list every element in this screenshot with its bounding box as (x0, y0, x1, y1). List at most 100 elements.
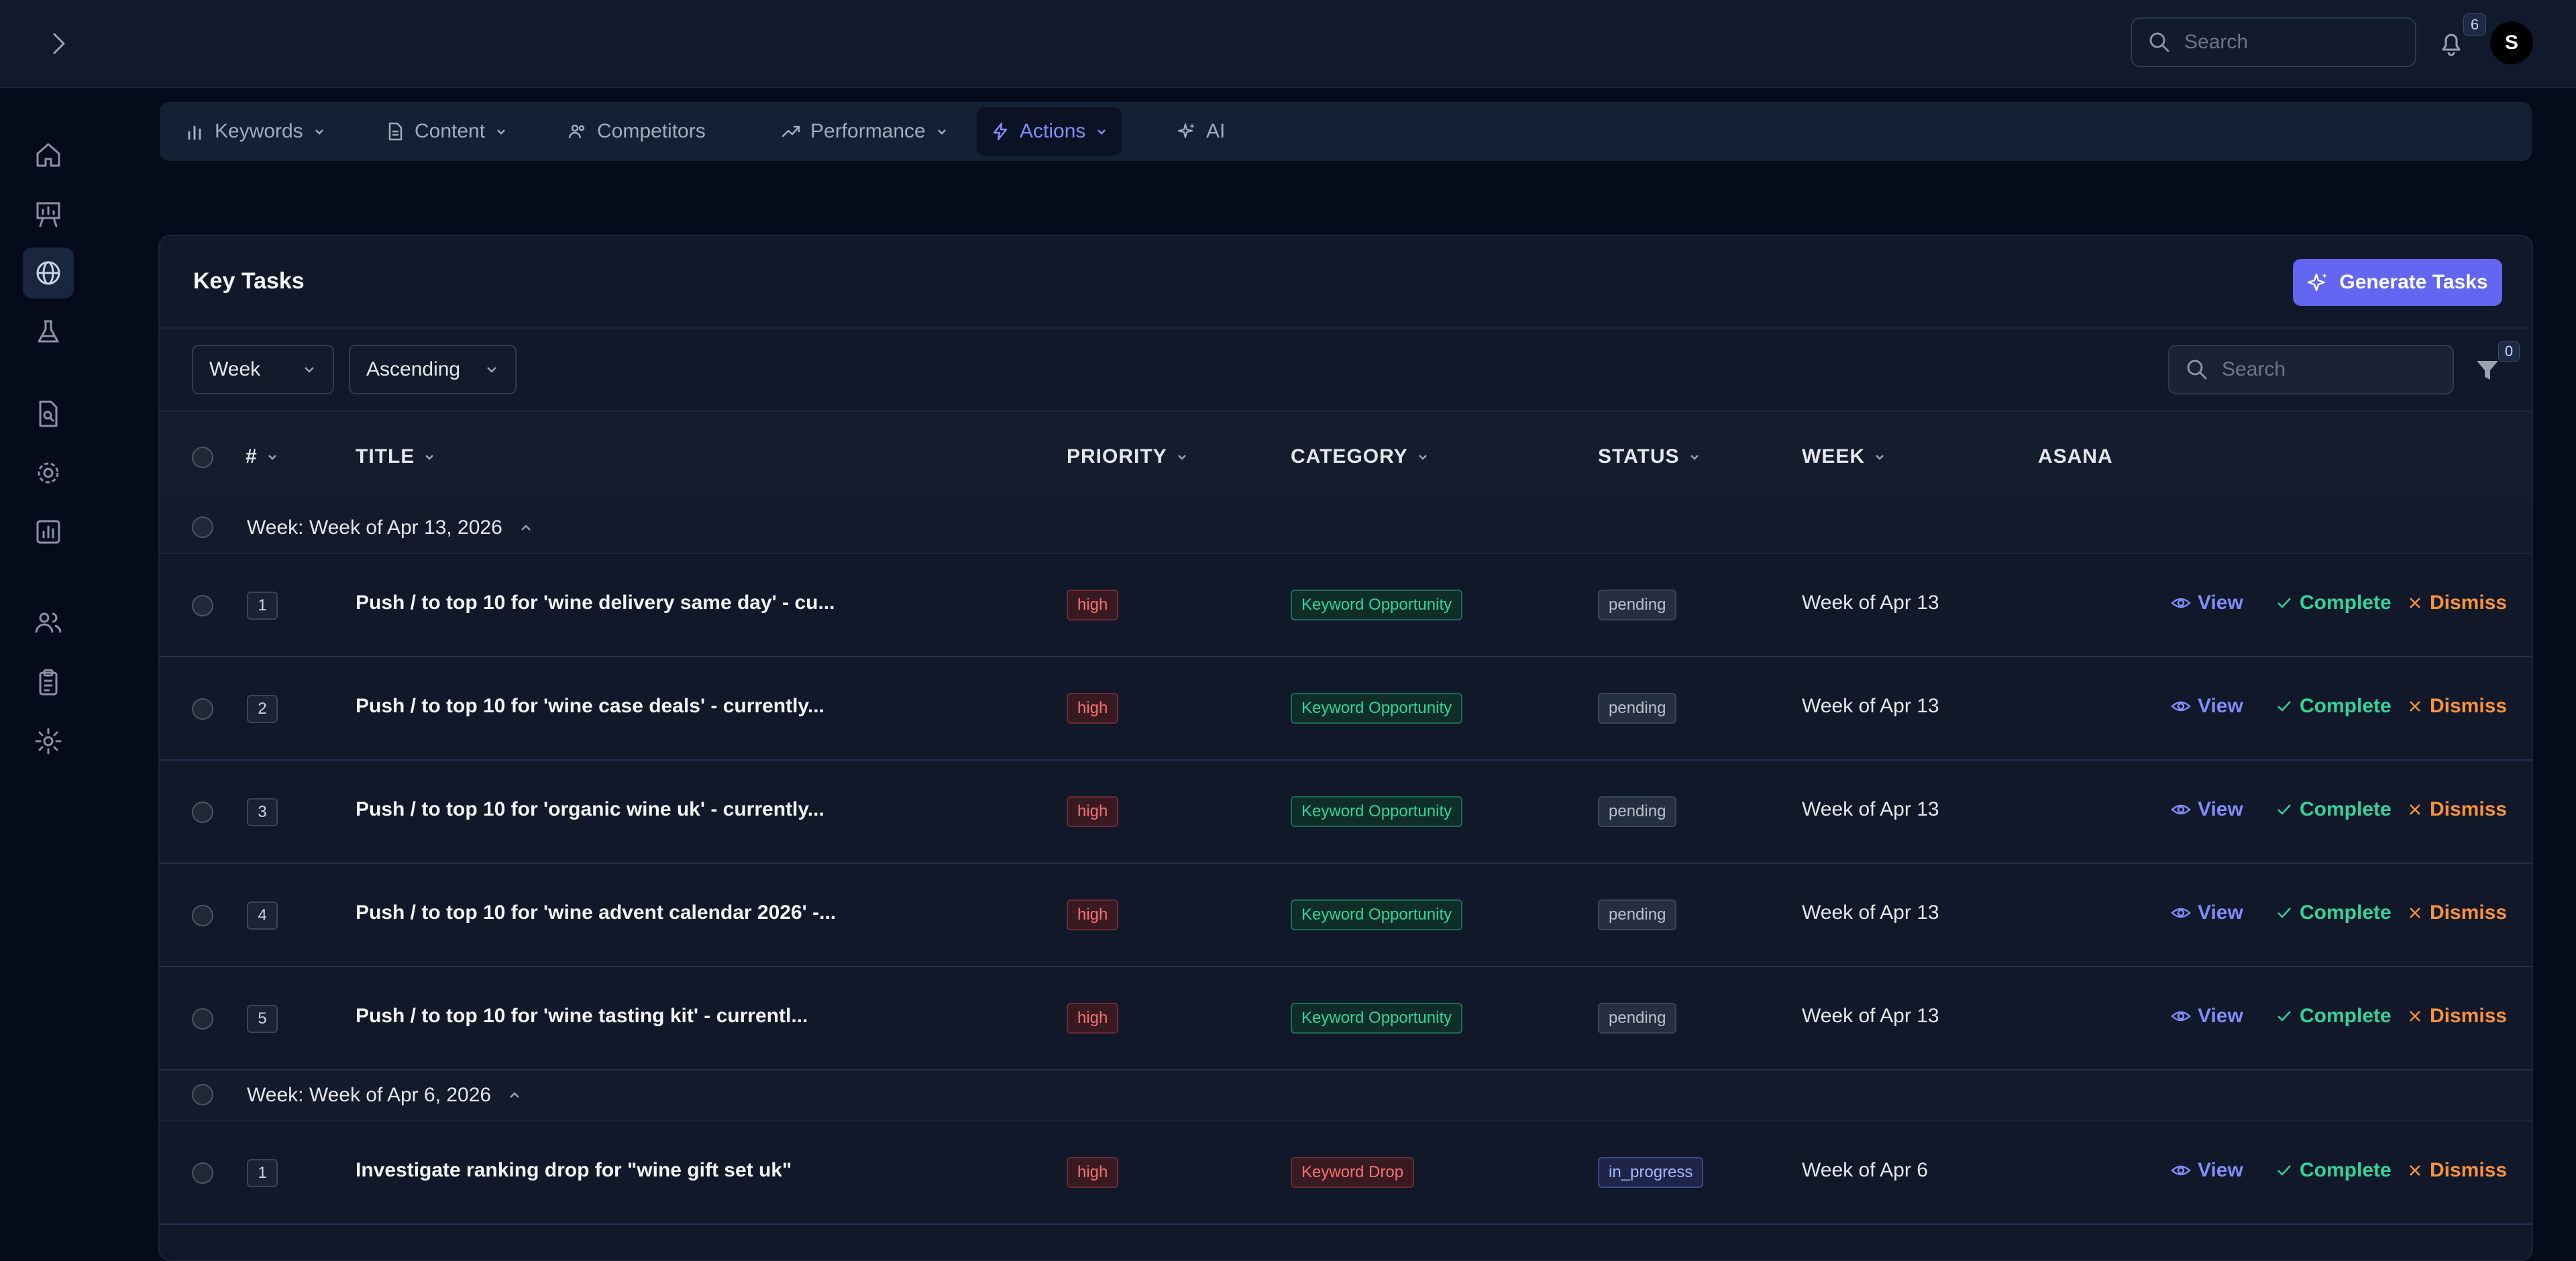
column-header-status[interactable]: STATUS (1598, 445, 1701, 468)
check-icon (2277, 1011, 2291, 1022)
group-select-radio[interactable] (192, 516, 213, 538)
column-header-priority[interactable]: PRIORITY (1067, 445, 1189, 468)
select-all-radio[interactable] (192, 447, 213, 468)
task-title[interactable]: Push / to top 10 for 'wine advent calend… (356, 901, 836, 924)
row-select-radio[interactable] (192, 595, 213, 616)
table-row: 1 Push / to top 10 for 'wine delivery sa… (160, 554, 2532, 657)
tab-keywords[interactable]: Keywords (172, 107, 339, 156)
complete-button[interactable]: Complete (2275, 695, 2392, 718)
sidebar-reports[interactable] (23, 506, 74, 557)
complete-button[interactable]: Complete (2275, 901, 2392, 924)
complete-button[interactable]: Complete (2275, 1159, 2392, 1182)
complete-label: Complete (2300, 1005, 2392, 1027)
column-label: TITLE (356, 445, 415, 468)
dismiss-button[interactable]: Dismiss (2407, 695, 2507, 718)
chevron-down-icon (1097, 129, 1106, 135)
row-select-radio[interactable] (192, 905, 213, 926)
check-icon (2277, 804, 2291, 815)
sidebar-clipboard[interactable] (23, 657, 74, 708)
home-icon (36, 143, 60, 167)
row-number: 1 (247, 1159, 278, 1187)
view-label: View (2198, 592, 2243, 614)
row-select-radio[interactable] (192, 698, 213, 720)
user-avatar[interactable]: S (2490, 21, 2533, 64)
divider (160, 327, 2532, 329)
dismiss-label: Dismiss (2430, 798, 2508, 820)
dismiss-label: Dismiss (2430, 695, 2508, 717)
sidebar-settings[interactable] (23, 447, 74, 498)
flask-icon (38, 320, 59, 343)
view-button[interactable]: View (2171, 1159, 2243, 1182)
complete-button[interactable]: Complete (2275, 798, 2392, 821)
expand-sidebar-button[interactable] (42, 27, 75, 60)
sidebar-file-search[interactable] (23, 388, 74, 439)
chevron-down-icon (1690, 455, 1699, 460)
priority-badge: high (1067, 1157, 1119, 1188)
row-select-radio[interactable] (192, 1162, 213, 1184)
table-search[interactable] (2168, 345, 2454, 394)
sidebar-cog[interactable] (23, 716, 74, 767)
sidebar-home[interactable] (23, 129, 74, 180)
dismiss-button[interactable]: Dismiss (2407, 798, 2507, 821)
view-button[interactable]: View (2171, 1005, 2243, 1028)
complete-button[interactable]: Complete (2275, 592, 2392, 614)
tab-actions[interactable]: Actions (977, 107, 1122, 156)
dismiss-button[interactable]: Dismiss (2407, 1159, 2507, 1182)
tab-label: Performance (810, 120, 926, 142)
week-cell: Week of Apr 13 (1802, 1005, 1939, 1027)
view-button[interactable]: View (2171, 901, 2243, 924)
row-select-radio[interactable] (192, 1008, 213, 1030)
category-badge: Keyword Opportunity (1291, 1003, 1463, 1034)
table-row: 5 Push / to top 10 for 'wine tasting kit… (160, 967, 2532, 1071)
row-number: 3 (247, 798, 278, 826)
generate-tasks-button[interactable]: Generate Tasks (2293, 259, 2502, 306)
group-by-select[interactable]: Week (192, 345, 334, 394)
group-select-radio[interactable] (192, 1084, 213, 1105)
task-title[interactable]: Push / to top 10 for 'wine case deals' -… (356, 695, 824, 718)
view-button[interactable]: View (2171, 592, 2243, 614)
priority-badge: high (1067, 590, 1119, 620)
status-badge: pending (1598, 1003, 1677, 1034)
generate-tasks-label: Generate Tasks (2339, 271, 2488, 293)
dismiss-label: Dismiss (2430, 1005, 2508, 1027)
task-title[interactable]: Investigate ranking drop for "wine gift … (356, 1159, 792, 1182)
close-icon (2410, 598, 2420, 608)
global-search[interactable] (2131, 17, 2416, 67)
tab-content[interactable]: Content (372, 107, 521, 156)
column-header-title[interactable]: TITLE (356, 445, 436, 468)
top-bar: 6 S (0, 0, 2576, 88)
dismiss-button[interactable]: Dismiss (2407, 592, 2507, 614)
dismiss-label: Dismiss (2430, 1159, 2508, 1181)
sort-order-select[interactable]: Ascending (349, 345, 517, 394)
task-title[interactable]: Push / to top 10 for 'wine delivery same… (356, 592, 835, 614)
column-header-number[interactable]: # (246, 445, 279, 468)
view-label: View (2198, 1005, 2243, 1027)
week-cell: Week of Apr 13 (1802, 798, 1939, 820)
tab-ai[interactable]: AI (1163, 107, 1238, 156)
task-title[interactable]: Push / to top 10 for 'organic wine uk' -… (356, 798, 824, 821)
tab-performance[interactable]: Performance (767, 107, 962, 156)
view-button[interactable]: View (2171, 695, 2243, 718)
view-button[interactable]: View (2171, 798, 2243, 821)
group-toggle[interactable]: Week: Week of Apr 13, 2026 (247, 516, 533, 539)
search-icon (2187, 360, 2207, 380)
complete-button[interactable]: Complete (2275, 1005, 2392, 1028)
sidebar-lab[interactable] (23, 307, 74, 358)
global-search-input[interactable] (2183, 30, 2387, 54)
table-search-input[interactable] (2220, 358, 2424, 382)
column-header-category[interactable]: CATEGORY (1291, 445, 1430, 468)
row-number: 2 (247, 695, 278, 723)
sidebar-globe[interactable] (23, 248, 74, 298)
table-row: 3 Push / to top 10 for 'organic wine uk'… (160, 761, 2532, 864)
group-toggle[interactable]: Week: Week of Apr 6, 2026 (247, 1084, 522, 1107)
column-header-week[interactable]: WEEK (1802, 445, 1886, 468)
dismiss-label: Dismiss (2430, 901, 2508, 924)
task-title[interactable]: Push / to top 10 for 'wine tasting kit' … (356, 1005, 808, 1028)
dismiss-button[interactable]: Dismiss (2407, 901, 2507, 924)
sidebar-users[interactable] (23, 598, 74, 649)
dismiss-button[interactable]: Dismiss (2407, 1005, 2507, 1028)
category-badge: Keyword Opportunity (1291, 796, 1463, 827)
sidebar-presentation[interactable] (23, 188, 74, 239)
row-select-radio[interactable] (192, 802, 213, 823)
tab-competitors[interactable]: Competitors (554, 107, 719, 156)
